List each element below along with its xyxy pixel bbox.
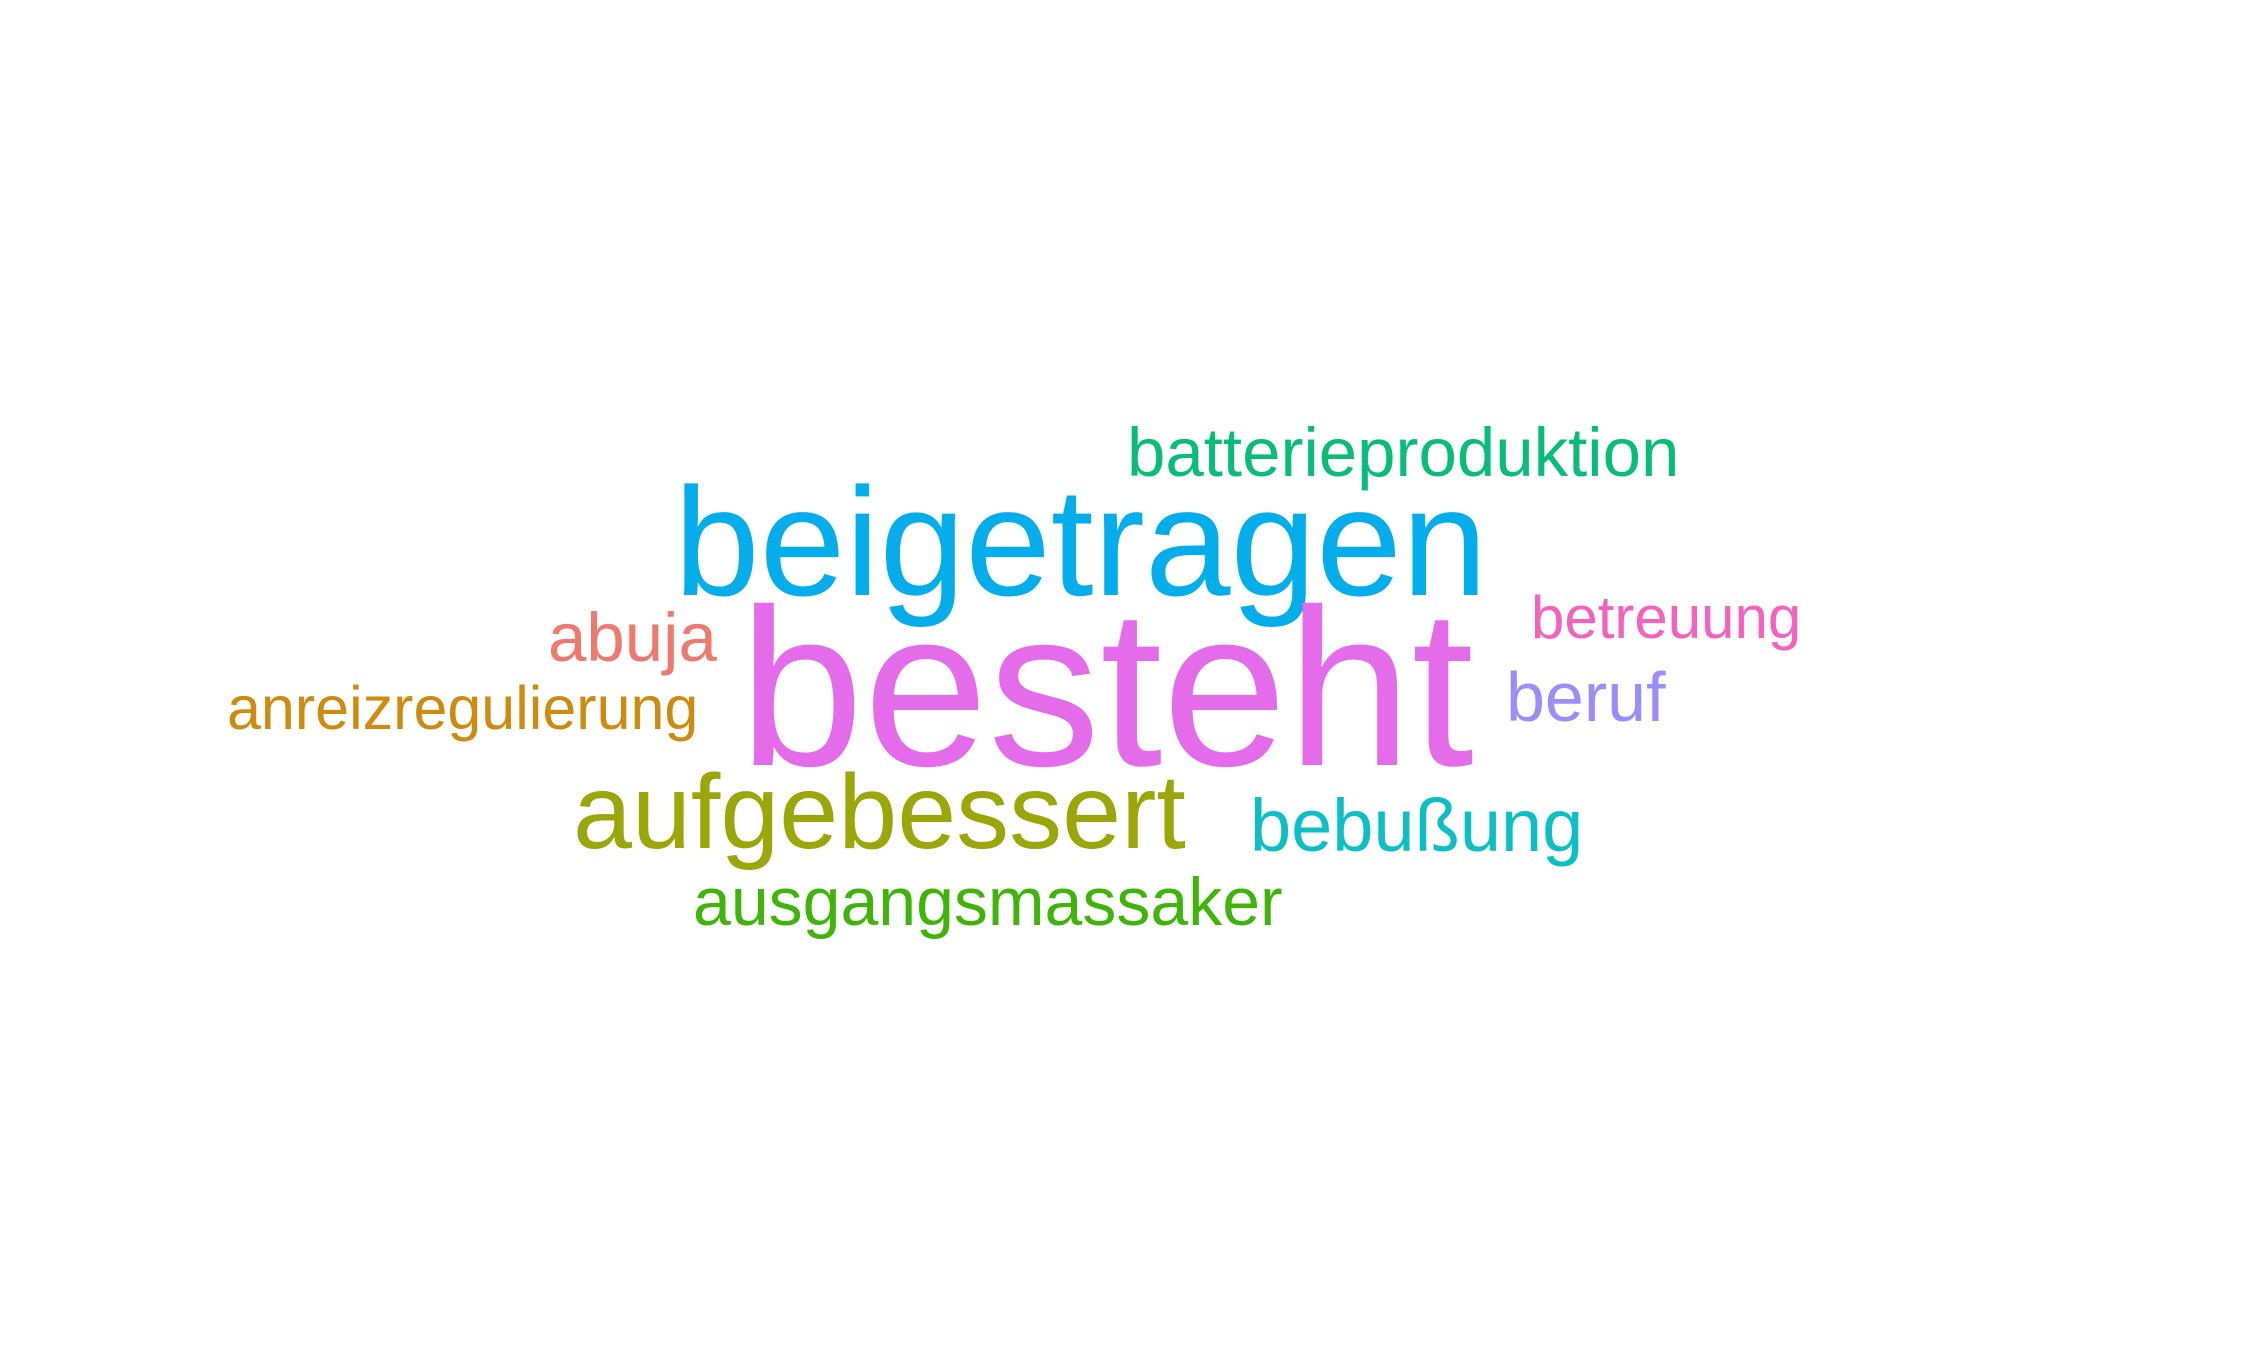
word-ausgangsmassaker: ausgangsmassaker	[693, 864, 1283, 940]
word-cloud: batterieproduktion beigetragen abuja bes…	[0, 0, 2246, 1350]
word-bebussung: bebußung	[1250, 784, 1584, 867]
word-betreuung: betreuung	[1531, 584, 1802, 651]
word-anreizregulierung: anreizregulierung	[227, 674, 699, 742]
word-aufgebessert: aufgebessert	[573, 753, 1186, 871]
word-beruf: beruf	[1506, 658, 1666, 736]
word-abuja: abuja	[548, 599, 717, 676]
